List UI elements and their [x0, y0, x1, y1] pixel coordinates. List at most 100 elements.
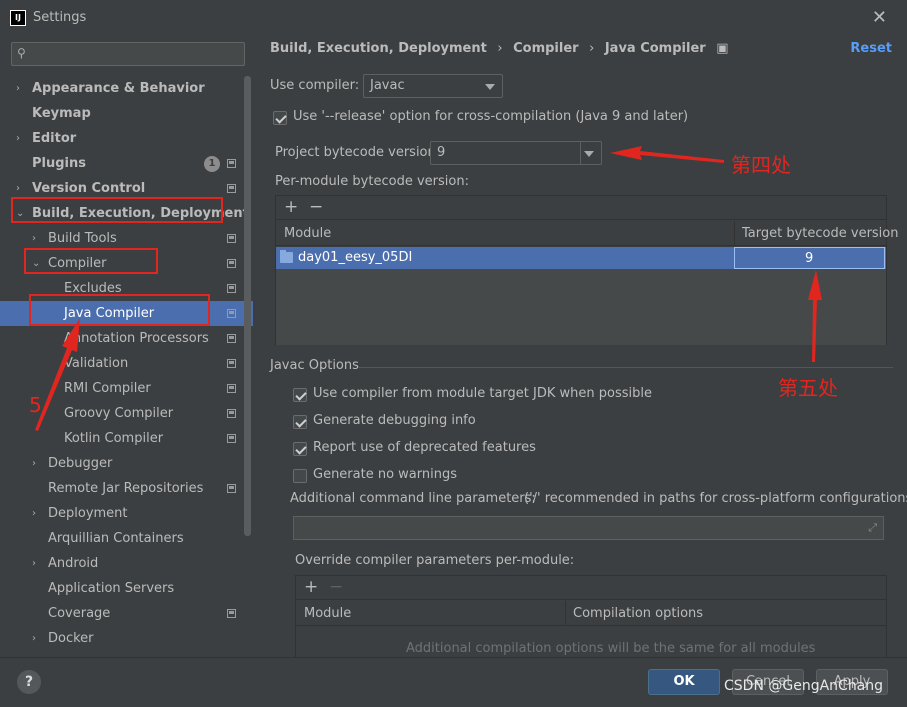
sidebar-item-label: Groovy Compiler: [64, 406, 174, 421]
sidebar-item-label: Android: [48, 556, 99, 571]
additional-params-input[interactable]: ⤢: [293, 516, 884, 540]
sidebar-item[interactable]: › Editor: [0, 126, 253, 151]
module-name: day01_eesy_05DI: [298, 250, 413, 265]
sidebar-item[interactable]: Plugins 1: [0, 151, 253, 176]
compiler-select[interactable]: Javac: [363, 74, 503, 98]
compiler-select-value: Javac: [370, 78, 405, 93]
project-bytecode-select[interactable]: 9: [430, 141, 602, 165]
remove-icon[interactable]: −: [309, 197, 323, 217]
use-compiler-label: Use compiler:: [270, 78, 360, 93]
breadcrumb-part: Compiler: [513, 41, 579, 56]
table-body: Additional compilation options will be t…: [296, 627, 886, 657]
sidebar-item[interactable]: Application Servers: [0, 576, 253, 601]
sidebar-item-label: Validation: [64, 356, 129, 371]
search-input[interactable]: ⚲: [11, 42, 245, 66]
dropdown-separator: [580, 142, 581, 164]
annotation-box-compiler: [24, 248, 158, 274]
title-bar: IJ Settings ✕: [0, 0, 907, 36]
add-icon[interactable]: +: [304, 577, 318, 597]
reset-link[interactable]: Reset: [850, 41, 892, 56]
sidebar-item-label: Application Servers: [48, 581, 175, 596]
sidebar-item[interactable]: › Debugger: [0, 451, 253, 476]
sidebar-item[interactable]: › Docker: [0, 626, 253, 651]
chevron-right-icon[interactable]: ›: [32, 501, 42, 526]
chevron-right-icon[interactable]: ›: [32, 451, 42, 476]
project-bytecode-label: Project bytecode version:: [275, 145, 441, 160]
release-option-label: Use '--release' option for cross-compila…: [293, 109, 689, 124]
chevron-right-icon[interactable]: ›: [16, 126, 26, 151]
project-scope-icon: [227, 609, 236, 618]
chevron-right-icon[interactable]: ›: [16, 76, 26, 101]
sidebar-item[interactable]: › Android: [0, 551, 253, 576]
annotation-label-fifth: 第五处: [778, 376, 838, 400]
sidebar-item[interactable]: Keymap: [0, 101, 253, 126]
sidebar-item[interactable]: › Deployment: [0, 501, 253, 526]
chevron-right-icon[interactable]: ›: [32, 551, 42, 576]
help-icon[interactable]: ?: [17, 670, 41, 694]
table-row[interactable]: day01_eesy_05DI 9: [276, 247, 886, 269]
sidebar-item-label: Kotlin Compiler: [64, 431, 164, 446]
close-icon[interactable]: ✕: [872, 7, 887, 28]
column-divider[interactable]: [565, 601, 566, 626]
project-scope-icon: [227, 159, 236, 168]
additional-params-hint: ('/' recommended in paths for cross-plat…: [524, 491, 907, 506]
column-divider[interactable]: [734, 221, 735, 246]
release-option-checkbox[interactable]: [273, 111, 287, 125]
project-scope-icon: [227, 359, 236, 368]
module-bytecode-table: + − Module Target bytecode version day01…: [275, 195, 899, 345]
sidebar-item[interactable]: Validation: [0, 351, 253, 376]
sidebar-item[interactable]: Remote Jar Repositories: [0, 476, 253, 501]
additional-params-label: Additional command line parameters:: [290, 491, 536, 506]
sidebar-item-label: Keymap: [32, 106, 91, 121]
annotation-label-five: 5: [29, 393, 42, 417]
breadcrumb-part: Java Compiler: [604, 41, 706, 56]
breadcrumb-part: Build, Execution, Deployment: [270, 41, 487, 56]
breadcrumb-separator: ›: [589, 41, 595, 56]
no-warnings-checkbox[interactable]: [293, 469, 307, 483]
sidebar-item[interactable]: › Appearance & Behavior: [0, 76, 253, 101]
javac-options-title: Javac Options: [270, 358, 359, 373]
debug-info-checkbox[interactable]: [293, 415, 307, 429]
chevron-right-icon[interactable]: ›: [32, 626, 42, 651]
project-scope-icon: [227, 259, 236, 268]
project-scope-icon: [227, 309, 236, 318]
debug-info-label: Generate debugging info: [313, 413, 476, 428]
ok-button[interactable]: OK: [648, 669, 720, 695]
sidebar-item-label: Debugger: [48, 456, 113, 471]
project-scope-icon: [227, 434, 236, 443]
sidebar-item-label: Arquillian Containers: [48, 531, 184, 546]
module-jdk-label: Use compiler from module target JDK when…: [313, 386, 652, 401]
add-icon[interactable]: +: [284, 197, 298, 217]
sidebar-item[interactable]: Arquillian Containers: [0, 526, 253, 551]
dialog-footer: ? OK Cancel Apply CSDN @GengAnChang: [0, 657, 907, 707]
chevron-down-icon: [485, 84, 495, 90]
column-header-module[interactable]: Module: [284, 226, 331, 241]
remove-icon: −: [329, 577, 344, 597]
update-count-badge: 1: [204, 156, 220, 172]
table-header: Module Target bytecode version: [276, 221, 899, 246]
sidebar-item[interactable]: Coverage: [0, 601, 253, 626]
annotation-box-build: [11, 197, 223, 223]
sidebar-item-label: Coverage: [48, 606, 111, 621]
chevron-down-icon: [584, 151, 594, 157]
project-scope-icon: [227, 334, 236, 343]
sidebar-scrollbar[interactable]: [244, 76, 251, 536]
table-toolbar: + −: [296, 576, 886, 600]
target-bytecode-cell[interactable]: 9: [734, 247, 885, 269]
column-header-options[interactable]: Compilation options: [573, 606, 703, 621]
breadcrumb: Build, Execution, Deployment › Compiler …: [270, 41, 735, 56]
no-warnings-label: Generate no warnings: [313, 467, 458, 482]
column-header-target[interactable]: Target bytecode version: [742, 226, 899, 241]
deprecated-checkbox[interactable]: [293, 442, 307, 456]
table-header: Module Compilation options: [296, 601, 886, 626]
target-bytecode-value: 9: [805, 251, 814, 266]
sidebar-item[interactable]: Kotlin Compiler: [0, 426, 253, 451]
module-jdk-checkbox[interactable]: [293, 388, 307, 402]
sidebar-item-label: Plugins: [32, 156, 86, 171]
project-scope-icon: [227, 384, 236, 393]
table-body: day01_eesy_05DI 9: [276, 247, 886, 345]
expand-icon[interactable]: ⤢: [868, 521, 877, 535]
column-header-module[interactable]: Module: [304, 606, 351, 621]
sidebar-item[interactable]: Annotation Processors: [0, 326, 253, 351]
sidebar-item-label: Deployment: [48, 506, 128, 521]
